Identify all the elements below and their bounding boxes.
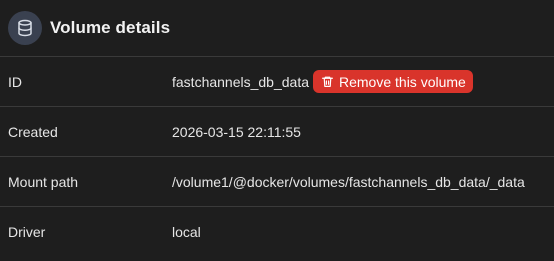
- detail-row-driver: Driver local: [0, 207, 554, 257]
- volume-id-value: fastchannels_db_data: [172, 73, 309, 90]
- row-label: Mount path: [8, 173, 79, 190]
- row-label: ID: [8, 73, 22, 90]
- remove-volume-button[interactable]: Remove this volume: [313, 70, 473, 93]
- detail-row-mount-path: Mount path /volume1/@docker/volumes/fast…: [0, 157, 554, 207]
- detail-row-created: Created 2026-03-15 22:11:55: [0, 107, 554, 157]
- trash-icon: [321, 75, 334, 88]
- detail-row-id: ID fastchannels_db_data Remove this volu…: [0, 57, 554, 107]
- mount-path-value: /volume1/@docker/volumes/fastchannels_db…: [172, 173, 525, 190]
- row-label: Driver: [8, 224, 46, 240]
- created-value: 2026-03-15 22:11:55: [172, 123, 301, 140]
- row-value: fastchannels_db_data Remove this volume: [172, 70, 473, 93]
- panel-header: Volume details: [0, 0, 554, 57]
- database-icon: [8, 11, 42, 45]
- row-label: Created: [8, 123, 58, 140]
- driver-value: local: [172, 224, 201, 240]
- remove-volume-label: Remove this volume: [339, 73, 466, 90]
- page-title: Volume details: [50, 18, 171, 37]
- volume-details-panel: Volume details ID fastchannels_db_data R…: [0, 0, 554, 261]
